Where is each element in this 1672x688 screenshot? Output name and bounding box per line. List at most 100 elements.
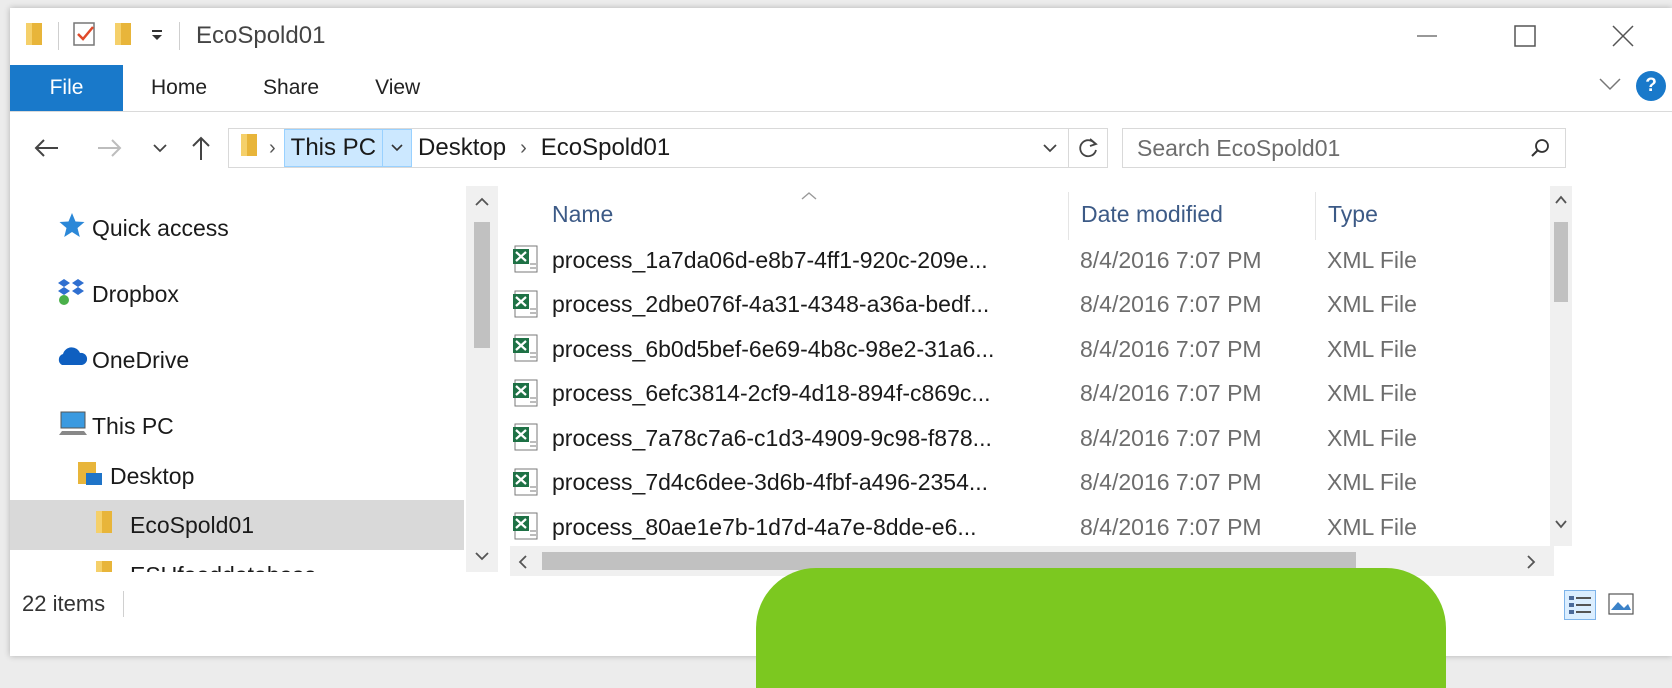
file-type: XML File	[1327, 469, 1417, 495]
file-date-modified: 8/4/2016 7:07 PM	[1080, 246, 1262, 273]
nav-item-dropbox[interactable]: Dropbox	[10, 269, 464, 319]
navigation-bar: › This PC Desktop › EcoSpold01 Search Ec…	[10, 120, 1672, 176]
search-icon[interactable]	[1529, 137, 1551, 165]
scrollbar-thumb[interactable]	[474, 222, 490, 348]
forward-arrow-icon	[98, 139, 122, 157]
back-button[interactable]	[28, 128, 64, 168]
chevron-right-icon[interactable]: ›	[261, 137, 284, 160]
file-name: process_6b0d5bef-6e69-4b8c-98e2-31a6...	[552, 335, 995, 362]
file-row[interactable]: process_1a7da06d-e8b7-4ff1-920c-209e... 8…	[500, 238, 1550, 282]
folder-icon	[239, 132, 261, 165]
chevron-right-icon[interactable]: ›	[512, 137, 535, 160]
properties-check-icon[interactable]	[71, 20, 99, 53]
up-arrow-icon	[192, 136, 210, 160]
forward-button[interactable]	[92, 128, 128, 168]
column-divider[interactable]	[1315, 192, 1316, 240]
breadcrumb-ecospold01[interactable]: EcoSpold01	[535, 129, 676, 167]
scroll-up-icon[interactable]	[1554, 192, 1568, 210]
nav-item-label: Dropbox	[92, 280, 179, 307]
nav-pane-scrollbar[interactable]	[466, 186, 498, 572]
help-icon[interactable]: ?	[1636, 71, 1666, 101]
file-date-modified: 8/4/2016 7:07 PM	[1080, 513, 1262, 540]
xml-file-icon	[512, 467, 542, 503]
tab-home[interactable]: Home	[123, 65, 235, 111]
scroll-down-icon[interactable]	[466, 540, 498, 572]
up-button[interactable]	[184, 128, 218, 168]
nav-item-esufooddatabase[interactable]: ESUfooddatabase	[10, 550, 464, 572]
address-bar[interactable]: › This PC Desktop › EcoSpold01	[228, 128, 1108, 168]
file-name: process_7d4c6dee-3d6b-4fbf-a496-2354...	[552, 469, 989, 495]
dropbox-icon	[56, 276, 92, 312]
item-count: 22 items	[22, 591, 106, 616]
xml-file-icon	[512, 378, 542, 414]
customize-toolbar-dropdown-icon[interactable]	[149, 25, 167, 48]
file-row[interactable]: process_7a78c7a6-c1d3-4909-9c98-f878... 8…	[500, 416, 1550, 460]
file-name: process_6efc3814-2cf9-4d18-894f-c869c...	[552, 380, 991, 406]
file-list: Name Date modified Type process_1a7da06d…	[500, 186, 1550, 546]
file-type: XML File	[1327, 291, 1417, 317]
maximize-button[interactable]	[1476, 8, 1574, 64]
column-header-date[interactable]: Date modified	[1081, 186, 1223, 242]
tab-share[interactable]: Share	[235, 65, 347, 111]
minimize-button[interactable]	[1378, 8, 1476, 64]
scrollbar-thumb[interactable]	[1554, 222, 1568, 302]
breadcrumb-this-pc[interactable]: This PC	[283, 129, 384, 167]
ribbon-tabs: File Home Share View ?	[10, 65, 1672, 111]
nav-item-this-pc[interactable]: This PC	[10, 401, 464, 451]
nav-item-quick-access[interactable]: Quick access	[10, 203, 464, 253]
file-type: XML File	[1327, 380, 1417, 406]
nav-item-ecospold01[interactable]: EcoSpold01	[10, 500, 464, 550]
close-button[interactable]	[1574, 8, 1672, 64]
details-view-icon[interactable]	[1564, 590, 1596, 620]
nav-item-desktop[interactable]: Desktop	[10, 451, 464, 501]
search-box[interactable]: Search EcoSpold01	[1122, 128, 1566, 168]
file-row[interactable]: process_6b0d5bef-6e69-4b8c-98e2-31a6... 8…	[500, 327, 1550, 371]
window-title: EcoSpold01	[196, 22, 326, 49]
green-overlay-shape	[756, 568, 1446, 688]
refresh-button[interactable]	[1069, 136, 1107, 160]
file-name: process_1a7da06d-e8b7-4ff1-920c-209e...	[552, 246, 988, 273]
file-row[interactable]: process_2dbe076f-4a31-4348-a36a-bedf... 8…	[500, 283, 1550, 327]
large-icons-view-icon[interactable]	[1606, 590, 1636, 620]
quick-access-toolbar	[24, 20, 192, 53]
nav-item-label: This PC	[92, 412, 174, 439]
search-placeholder: Search EcoSpold01	[1137, 134, 1341, 161]
sort-ascending-icon	[800, 188, 818, 206]
new-folder-icon[interactable]	[113, 21, 135, 52]
recent-locations-button[interactable]	[148, 128, 172, 168]
column-header-type[interactable]: Type	[1328, 186, 1378, 242]
window-controls	[1378, 8, 1672, 64]
file-type: XML File	[1327, 513, 1417, 540]
expand-ribbon-icon[interactable]	[1598, 76, 1622, 97]
scroll-down-icon[interactable]	[1554, 516, 1568, 534]
nav-item-label: EcoSpold01	[130, 511, 255, 538]
file-name: process_80ae1e7b-1d7d-4a7e-8dde-e6...	[552, 513, 977, 540]
file-row[interactable]: process_80ae1e7b-1d7d-4a7e-8dde-e6... 8/4…	[500, 505, 1550, 546]
breadcrumb-dropdown[interactable]	[382, 129, 413, 167]
onedrive-cloud-icon	[56, 345, 92, 375]
tab-file[interactable]: File	[10, 65, 123, 111]
file-row[interactable]: process_7d4c6dee-3d6b-4fbf-a496-2354... 8…	[500, 461, 1550, 505]
scroll-up-icon[interactable]	[466, 186, 498, 218]
nav-item-label: ESUfooddatabase	[130, 562, 317, 573]
scroll-right-icon[interactable]	[1526, 554, 1536, 575]
file-date-modified: 8/4/2016 7:07 PM	[1080, 424, 1262, 451]
chevron-down-icon	[153, 144, 167, 153]
column-divider[interactable]	[1068, 192, 1069, 240]
computer-icon	[58, 409, 92, 443]
column-header-name[interactable]: Name	[552, 186, 613, 242]
file-type: XML File	[1327, 246, 1417, 273]
nav-item-onedrive[interactable]: OneDrive	[10, 335, 464, 385]
back-arrow-icon	[34, 139, 58, 157]
scroll-left-icon[interactable]	[518, 554, 528, 575]
explorer-window: EcoSpold01 File Home Share View ? › This…	[10, 8, 1672, 656]
address-history-dropdown[interactable]	[1032, 142, 1068, 154]
file-date-modified: 8/4/2016 7:07 PM	[1080, 469, 1262, 495]
xml-file-icon	[512, 511, 542, 546]
toolbar-divider	[58, 22, 59, 50]
tab-view[interactable]: View	[347, 65, 448, 111]
file-row[interactable]: process_6efc3814-2cf9-4d18-894f-c869c...…	[500, 372, 1550, 416]
breadcrumb-desktop[interactable]: Desktop	[412, 129, 512, 167]
desktop-folder-icon	[76, 459, 110, 493]
file-list-scrollbar[interactable]	[1550, 186, 1572, 546]
